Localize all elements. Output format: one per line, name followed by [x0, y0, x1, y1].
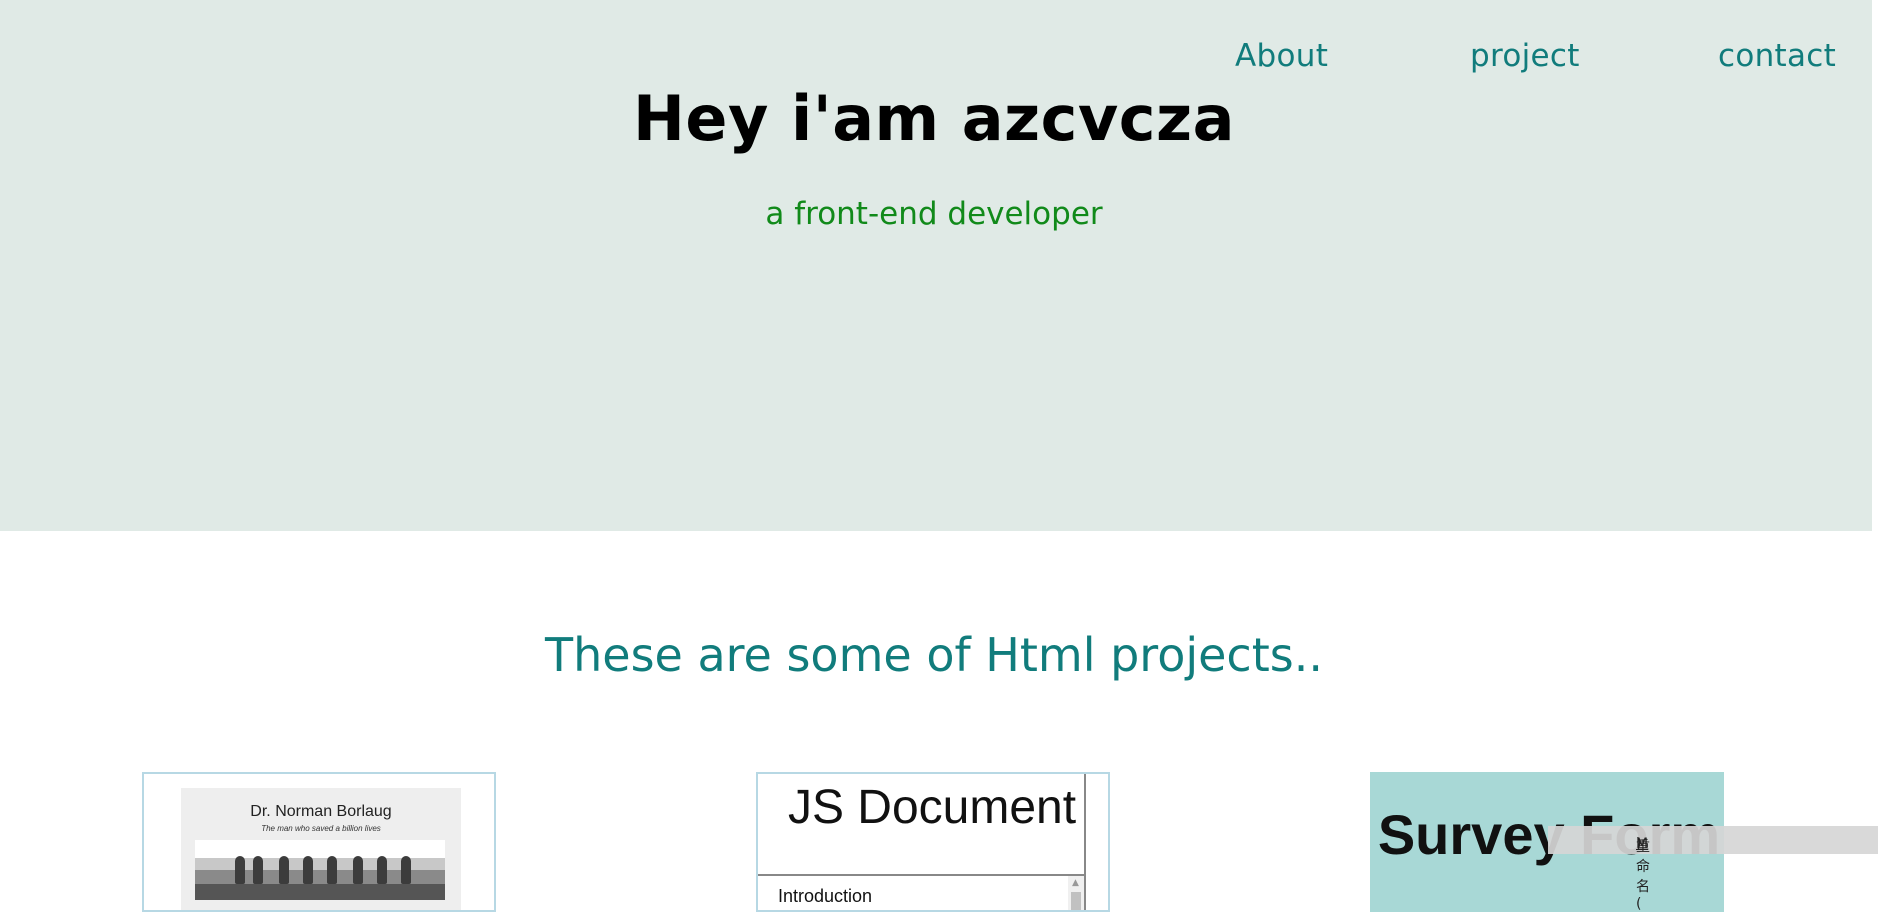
- nav-link-contact[interactable]: contact: [1718, 38, 1836, 74]
- tribute-photo: [195, 840, 445, 900]
- hero-title: Hey i'am azcvcza: [633, 82, 1235, 155]
- scroll-up-arrow-icon[interactable]: ▲: [1072, 878, 1079, 888]
- tribute-title: Dr. Norman Borlaug: [250, 803, 392, 820]
- rename-menu-item[interactable]: 重命名(M): [1548, 826, 1878, 912]
- js-document-title: JS Document: [787, 781, 1077, 834]
- tribute-subtitle: The man who saved a billion lives: [261, 824, 381, 833]
- hero-edge: [1872, 96, 1878, 531]
- divider-vertical: [1084, 774, 1086, 910]
- tribute-preview: Dr. Norman Borlaug The man who saved a b…: [181, 788, 461, 910]
- projects-heading: These are some of Html projects..: [545, 628, 1323, 682]
- divider-horizontal: [758, 874, 1084, 876]
- nav-link-about[interactable]: About: [1235, 38, 1328, 74]
- js-document-fragment: Introduction: [778, 886, 873, 906]
- hero-subtitle: a front-end developer: [765, 196, 1103, 232]
- scrollbar-thumb[interactable]: [1071, 892, 1081, 910]
- nav-link-project[interactable]: project: [1470, 38, 1580, 74]
- project-card-js-document[interactable]: JS Document Introduction ▲: [756, 772, 1110, 912]
- hero-section: [0, 0, 1872, 531]
- project-card-tribute[interactable]: Dr. Norman Borlaug The man who saved a b…: [142, 772, 496, 912]
- scrollbar[interactable]: ▲: [1068, 876, 1084, 910]
